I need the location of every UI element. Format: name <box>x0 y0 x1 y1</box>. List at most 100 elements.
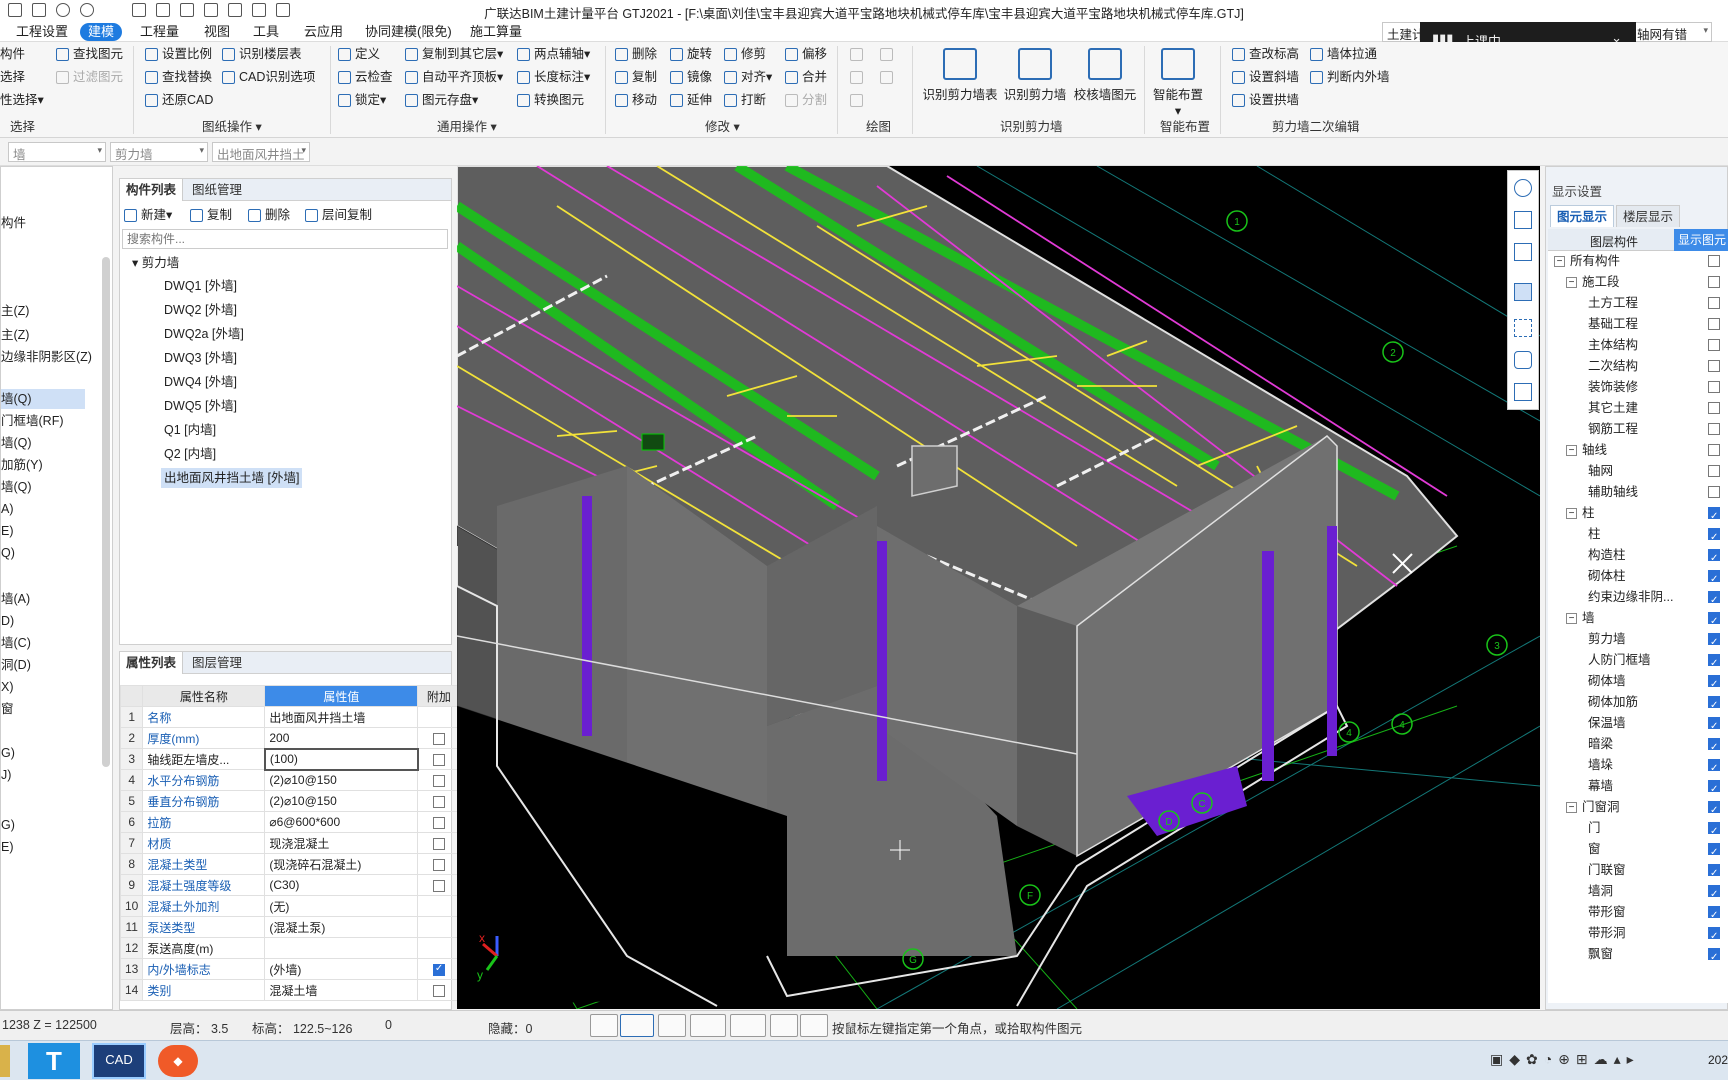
auto-align-top-button[interactable]: 自动平齐顶板 ▾ <box>405 67 503 87</box>
component-list-item[interactable]: Q2 [内墙] <box>161 444 219 464</box>
layer-visibility-checkbox[interactable] <box>1708 737 1720 758</box>
rotate-view-icon[interactable] <box>1514 351 1532 369</box>
left-nav-item[interactable]: 加筋(Y) <box>1 455 85 475</box>
layer-visibility-checkbox[interactable] <box>1708 255 1720 267</box>
copy-component-button[interactable]: 复制 <box>190 205 232 225</box>
tab-element-display[interactable]: 图元显示 <box>1550 205 1615 227</box>
attribute-select-button[interactable]: 性选择 ▾ <box>0 90 44 110</box>
convert-element-button[interactable]: 转换图元 <box>517 90 584 110</box>
layer-visibility-checkbox[interactable] <box>1708 758 1720 779</box>
identify-floor-table-button[interactable]: 识别楼层表 <box>222 44 302 64</box>
property-value[interactable]: 出地面风井挡土墙 <box>264 706 419 728</box>
layer-visibility-checkbox[interactable] <box>1708 297 1720 309</box>
add-checkbox[interactable] <box>432 837 445 850</box>
menu-project-settings[interactable]: 工程设置 <box>8 23 76 41</box>
delete-button[interactable]: 删除 <box>615 44 657 64</box>
offset-toggle[interactable] <box>730 1014 766 1037</box>
edit-elevation-button[interactable]: 查改标高 <box>1232 44 1299 64</box>
layer-visibility-checkbox[interactable] <box>1708 674 1720 695</box>
new-button[interactable]: 新建 ▾ <box>124 205 172 225</box>
snap-toggle[interactable] <box>620 1014 654 1037</box>
length-dim-button[interactable]: 长度标注 ▾ <box>517 67 590 87</box>
extend-button[interactable]: 延伸 <box>670 90 712 110</box>
copy-button[interactable]: 复制 <box>615 67 657 87</box>
property-value[interactable]: 混凝土墙 <box>264 979 419 1001</box>
component-button[interactable]: 构件 <box>0 44 25 64</box>
find-element-button[interactable]: 查找图元 <box>56 44 123 64</box>
meeting-task-icon[interactable]: ◆ <box>158 1045 198 1077</box>
layer-visibility-checkbox[interactable] <box>1708 863 1720 884</box>
gtj-task-icon[interactable]: T <box>28 1043 80 1079</box>
layer-visibility-checkbox[interactable] <box>1708 527 1720 548</box>
cad-options-button[interactable]: CAD识别选项 <box>222 67 315 87</box>
left-nav-item[interactable]: 墙(Q) <box>1 389 85 409</box>
layer-visibility-checkbox[interactable] <box>1708 632 1720 653</box>
dynamic-input-toggle[interactable] <box>658 1014 686 1037</box>
property-value[interactable]: (2)⌀10@150 <box>264 769 419 791</box>
layer-visibility-checkbox[interactable] <box>1708 716 1720 737</box>
offset-button[interactable]: 偏移 <box>785 44 827 64</box>
left-nav-item[interactable]: 墙(A) <box>1 589 85 609</box>
component-list-item[interactable]: 出地面风井挡土墙 [外墙] <box>161 468 303 488</box>
add-checkbox[interactable] <box>432 879 445 892</box>
menu-modeling[interactable]: 建模 <box>80 23 123 41</box>
expand-toggle-icon[interactable]: − <box>1566 508 1577 519</box>
property-value[interactable]: (100) <box>263 747 419 771</box>
add-checkbox[interactable] <box>432 732 445 745</box>
identify-shear-wall-button[interactable]: 识别剪力墙 <box>1002 46 1068 103</box>
scrollbar[interactable] <box>102 257 110 767</box>
layer-visibility-checkbox[interactable] <box>1708 695 1720 716</box>
check-wall-button[interactable]: 校核墙图元 <box>1072 46 1138 103</box>
expand-toggle-icon[interactable]: − <box>1566 277 1577 288</box>
copy-to-floor-button[interactable]: 复制到其它层 ▾ <box>405 44 503 64</box>
view-3d-icon[interactable] <box>1514 243 1532 261</box>
component-list-item[interactable]: Q1 [内墙] <box>161 420 219 440</box>
tab-property-list[interactable]: 属性列表 <box>120 652 184 674</box>
layer-visibility-checkbox[interactable] <box>1708 339 1720 351</box>
model-viewport[interactable]: 1 2 3 4 4 C D F G x y <box>457 166 1540 1009</box>
component-selector[interactable]: 出地面风井挡土 <box>212 142 310 162</box>
restore-cad-button[interactable]: 还原CAD <box>145 90 213 110</box>
delete-component-button[interactable]: 删除 <box>248 205 290 225</box>
layer-visibility-checkbox[interactable] <box>1708 800 1720 821</box>
left-nav-item[interactable]: G) <box>1 815 85 835</box>
floor-copy-button[interactable]: 层间复制 <box>305 205 372 225</box>
draw-rotate-point-button[interactable] <box>880 44 897 64</box>
left-nav-item[interactable]: Q) <box>1 543 85 563</box>
property-value[interactable]: 200 <box>264 727 419 749</box>
menu-collab[interactable]: 协同建模(限免) <box>357 23 460 41</box>
left-nav-item[interactable]: X) <box>1 677 85 697</box>
layer-visibility-checkbox[interactable] <box>1708 611 1720 632</box>
mirror-button[interactable]: 镜像 <box>670 67 712 87</box>
subtype-selector[interactable]: 剪力墙 <box>110 142 208 162</box>
folder-task-icon[interactable] <box>0 1045 10 1077</box>
find-replace-button[interactable]: 查找替换 <box>145 67 212 87</box>
left-nav-item[interactable]: A) <box>1 499 85 519</box>
layer-visibility-checkbox[interactable] <box>1708 590 1720 611</box>
add-checkbox[interactable] <box>432 963 445 976</box>
layer-visibility-checkbox[interactable] <box>1708 884 1720 905</box>
layer-visibility-checkbox[interactable] <box>1708 402 1720 414</box>
tree-root-shear-wall[interactable]: ▾ 剪力墙 <box>132 253 179 273</box>
layer-visibility-checkbox[interactable] <box>1708 444 1720 456</box>
property-value[interactable]: (C30) <box>264 874 419 896</box>
cloud-check-button[interactable]: 云检查 <box>338 67 393 87</box>
draw-line-button[interactable] <box>850 67 867 87</box>
layer-visibility-checkbox[interactable] <box>1708 821 1720 842</box>
left-nav-item[interactable]: E) <box>1 521 85 541</box>
component-search-input[interactable] <box>122 229 448 249</box>
left-nav-item[interactable]: 门框墙(RF) <box>1 411 85 431</box>
rotate-button[interactable]: 旋转 <box>670 44 712 64</box>
property-value[interactable]: (外墙) <box>264 958 419 980</box>
define-button[interactable]: 定义 <box>338 44 380 64</box>
left-nav-item[interactable]: 窗 <box>1 699 85 719</box>
model-3d-view[interactable]: 1 2 3 4 4 C D F G x y <box>457 166 1540 1009</box>
lock-button[interactable]: 锁定 ▾ <box>338 90 386 110</box>
judge-inner-outer-button[interactable]: 判断内外墙 <box>1310 67 1390 87</box>
layer-visibility-checkbox[interactable] <box>1708 423 1720 435</box>
layer-visibility-checkbox[interactable] <box>1708 276 1720 288</box>
left-nav-item[interactable]: 构件 <box>1 213 85 233</box>
layer-visibility-checkbox[interactable] <box>1708 947 1720 968</box>
expand-toggle-icon[interactable]: − <box>1566 613 1577 624</box>
ortho-toggle[interactable] <box>590 1014 618 1037</box>
